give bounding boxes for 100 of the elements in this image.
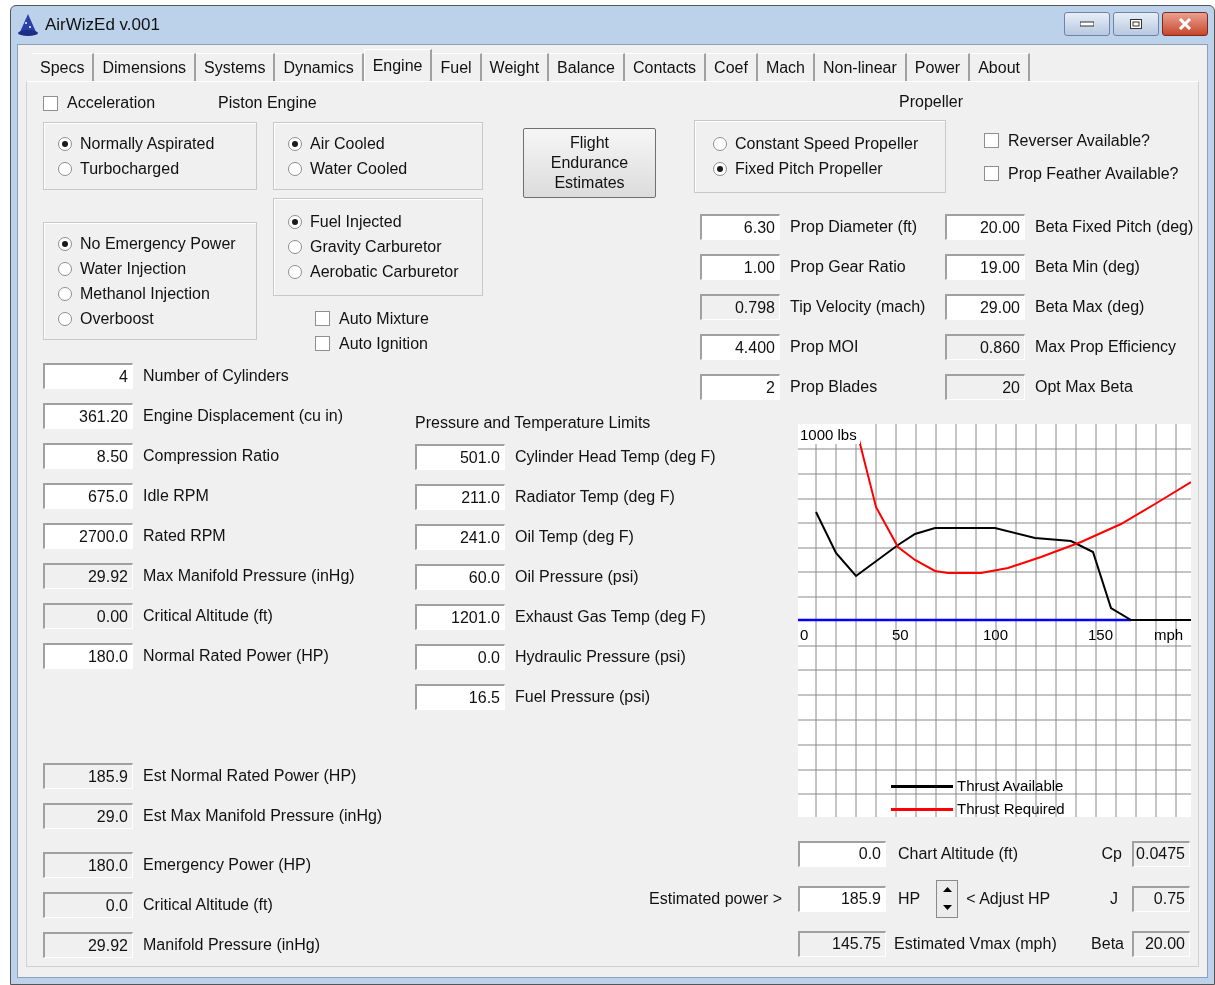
tab[interactable]: Specs: [32, 53, 95, 81]
number-field[interactable]: 180.0: [43, 852, 133, 878]
field-label: Chart Altitude (ft): [898, 843, 1019, 864]
number-field[interactable]: 29.00: [945, 294, 1025, 320]
number-field[interactable]: 0.75: [1132, 885, 1190, 912]
radio-button[interactable]: [713, 162, 727, 176]
radio-option[interactable]: Methanol Injection: [58, 281, 256, 306]
radio-option[interactable]: Water Injection: [58, 256, 256, 281]
number-field[interactable]: 19.00: [945, 254, 1025, 280]
number-field[interactable]: 0.0475: [1132, 840, 1190, 867]
radio-button[interactable]: [288, 240, 302, 254]
restore-icon: [1130, 19, 1142, 29]
number-field[interactable]: 20.00: [1132, 930, 1190, 957]
number-field[interactable]: 16.5: [415, 684, 505, 710]
checkbox-option[interactable]: Auto Mixture: [315, 306, 483, 331]
number-field[interactable]: 20.00: [945, 214, 1025, 240]
radio-option[interactable]: No Emergency Power: [58, 231, 256, 256]
maximize-button[interactable]: [1113, 12, 1159, 36]
radio-button[interactable]: [58, 261, 72, 276]
tab[interactable]: Non-linear: [815, 53, 907, 81]
checkbox-option[interactable]: Auto Ignition: [315, 331, 483, 356]
number-field[interactable]: 211.0: [415, 484, 505, 510]
number-field[interactable]: 0.0: [43, 892, 133, 918]
radio-option[interactable]: Air Cooled: [288, 131, 482, 156]
number-field[interactable]: 0.0: [415, 644, 505, 670]
number-field[interactable]: 185.9: [798, 885, 886, 912]
radio-option[interactable]: Aerobatic Carburetor: [288, 259, 482, 285]
radio-option[interactable]: Gravity Carburetor: [288, 234, 482, 260]
tab[interactable]: Coef: [706, 53, 758, 81]
checkbox[interactable]: [315, 336, 330, 351]
minimize-button[interactable]: [1064, 12, 1110, 36]
field-label: Max Manifold Pressure (inHg): [143, 566, 355, 586]
checkbox[interactable]: [43, 95, 58, 111]
checkbox[interactable]: [315, 311, 330, 326]
flight-endurance-button[interactable]: Flight Endurance Estimates: [523, 128, 656, 198]
number-field[interactable]: 20: [945, 374, 1025, 400]
number-field[interactable]: 60.0: [415, 564, 505, 590]
field-label: Compression Ratio: [143, 446, 280, 466]
tab[interactable]: Engine: [363, 49, 433, 81]
checkbox-option[interactable]: Acceleration: [43, 90, 218, 116]
number-field[interactable]: 180.0: [43, 643, 133, 669]
tab[interactable]: Power: [906, 53, 971, 81]
radio-button[interactable]: [58, 136, 72, 151]
checkbox-option[interactable]: Prop Feather Available?: [984, 161, 1179, 186]
radio-button[interactable]: [288, 136, 302, 151]
number-field[interactable]: 4.400: [700, 334, 780, 360]
radio-option[interactable]: Water Cooled: [288, 156, 482, 181]
number-field[interactable]: 0.0: [798, 840, 886, 867]
number-field[interactable]: 29.92: [43, 563, 133, 589]
tab[interactable]: Mach: [757, 53, 815, 81]
number-field[interactable]: 1201.0: [415, 604, 505, 630]
radio-button[interactable]: [288, 215, 302, 229]
number-field[interactable]: 1.00: [700, 254, 780, 280]
number-field[interactable]: 29.0: [43, 803, 133, 829]
radio-button[interactable]: [58, 161, 72, 176]
checkbox-option[interactable]: Reverser Available?: [984, 128, 1179, 153]
radio-button[interactable]: [288, 161, 302, 176]
tab[interactable]: Contacts: [624, 53, 707, 81]
section-title: Piston Engine: [218, 93, 317, 113]
number-field[interactable]: 185.9: [43, 763, 133, 789]
number-field[interactable]: 8.50: [43, 443, 133, 469]
number-field[interactable]: 675.0: [43, 483, 133, 509]
number-field[interactable]: 6.30: [700, 214, 780, 240]
number-field[interactable]: 0.798: [700, 294, 780, 320]
close-button[interactable]: [1162, 12, 1208, 36]
number-field[interactable]: 145.75: [798, 930, 886, 957]
radio-button[interactable]: [288, 265, 302, 279]
number-field[interactable]: 361.20: [43, 403, 133, 429]
checkbox[interactable]: [984, 166, 999, 181]
field-label: Emergency Power (HP): [143, 855, 312, 875]
radio-button[interactable]: [58, 236, 72, 251]
number-field[interactable]: 2: [700, 374, 780, 400]
radio-option[interactable]: Turbocharged: [58, 156, 256, 181]
checkbox[interactable]: [984, 133, 999, 148]
field-label: Oil Pressure (psi): [515, 567, 639, 587]
spin-button[interactable]: [936, 879, 959, 918]
radio-button[interactable]: [58, 286, 72, 301]
number-field[interactable]: 501.0: [415, 444, 505, 470]
radio-option[interactable]: Constant Speed Propeller: [713, 131, 945, 157]
number-field[interactable]: 2700.0: [43, 523, 133, 549]
number-field[interactable]: 4: [43, 363, 133, 389]
tab[interactable]: Weight: [481, 53, 550, 81]
tab[interactable]: Systems: [196, 53, 276, 81]
radio-option[interactable]: Normally Aspirated: [58, 131, 256, 156]
tab[interactable]: About: [970, 53, 1030, 81]
number-field[interactable]: 241.0: [415, 524, 505, 550]
field-label: Normal Rated Power (HP): [143, 646, 329, 666]
tab[interactable]: Fuel: [432, 53, 482, 81]
radio-option[interactable]: Overboost: [58, 306, 256, 331]
tab[interactable]: Dynamics: [275, 53, 364, 81]
number-field[interactable]: 0.860: [945, 334, 1025, 360]
tab[interactable]: Dimensions: [94, 53, 197, 81]
radio-option[interactable]: Fixed Pitch Propeller: [713, 156, 945, 182]
number-field[interactable]: 29.92: [43, 932, 133, 958]
field-label: Exhaust Gas Temp (deg F): [515, 607, 706, 627]
radio-button[interactable]: [58, 311, 72, 326]
number-field[interactable]: 0.00: [43, 603, 133, 629]
tab[interactable]: Balance: [549, 53, 625, 81]
radio-button[interactable]: [713, 137, 727, 151]
radio-option[interactable]: Fuel Injected: [288, 209, 482, 235]
